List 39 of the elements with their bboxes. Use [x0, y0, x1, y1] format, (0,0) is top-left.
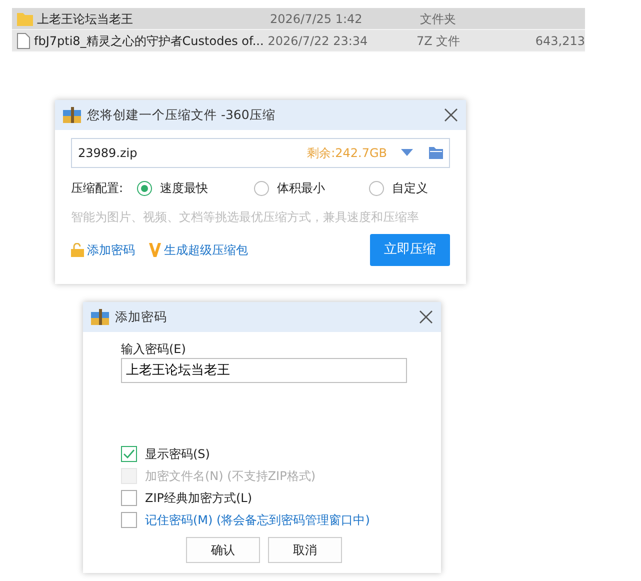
dropdown-caret-icon[interactable] — [401, 149, 413, 157]
hint-text: 智能为图片、视频、文档等挑选最优压缩方式，兼具速度和压缩率 — [71, 209, 420, 226]
file-icon — [17, 32, 30, 48]
confirm-button[interactable]: 确认 — [186, 537, 260, 563]
file-row[interactable]: fbJ7pti8_精灵之心的守护者Custodes of... 2026/7/22 23:34 7Z 文件 643,213 — [12, 30, 585, 52]
filename-field[interactable]: 23989.zip 剩余:242.7GB — [71, 138, 450, 168]
checkbox-option[interactable]: ZIP经典加密方式(L) — [121, 489, 441, 507]
lock-icon — [71, 243, 84, 257]
window-title: 您将创建一个压缩文件 -360压缩 — [87, 106, 276, 124]
archive-icon — [63, 107, 81, 123]
field-label: 输入密码(E) — [121, 341, 187, 358]
folder-icon — [17, 12, 33, 26]
folder-icon[interactable] — [429, 147, 443, 159]
close-button[interactable] — [419, 310, 433, 324]
file-date: 2026/7/25 1:42 — [270, 10, 364, 28]
add-password-link[interactable]: 添加密码 — [71, 241, 135, 259]
file-name: fbJ7pti8_精灵之心的守护者Custodes of... — [34, 32, 264, 50]
archive-icon — [91, 309, 109, 325]
checkbox-option[interactable]: 记住密码(M) (将会备忘到密码管理窗口中) — [121, 511, 441, 529]
checkbox-option: 加密文件名(N) (不支持ZIP格式) — [121, 467, 441, 485]
super-package-link[interactable]: 生成超级压缩包 — [149, 241, 248, 259]
checkbox-option[interactable]: 显示密码(S) — [121, 445, 441, 463]
check-icon — [123, 449, 135, 459]
file-name: 上老王论坛当老王 — [37, 10, 133, 28]
radio-option[interactable]: 速度最快 — [137, 179, 208, 197]
file-type: 7Z 文件 — [416, 32, 462, 50]
window-title: 添加密码 — [115, 308, 167, 326]
config-label: 压缩配置: — [71, 180, 124, 197]
radio-option[interactable]: 体积最小 — [254, 179, 326, 197]
file-size: 643,213 — [535, 32, 585, 50]
free-space: 剩余:242.7GB — [307, 145, 387, 162]
cancel-button[interactable]: 取消 — [268, 537, 342, 563]
radio-option[interactable]: 自定义 — [369, 179, 428, 197]
v-mark-icon — [149, 243, 161, 257]
close-button[interactable] — [444, 108, 458, 122]
file-date: 2026/7/22 23:34 — [268, 32, 369, 50]
file-type: 文件夹 — [420, 10, 457, 28]
password-field[interactable]: 上老王论坛当老王 — [121, 358, 407, 383]
file-row[interactable]: 上老王论坛当老王 2026/7/25 1:42 文件夹 — [12, 8, 585, 30]
